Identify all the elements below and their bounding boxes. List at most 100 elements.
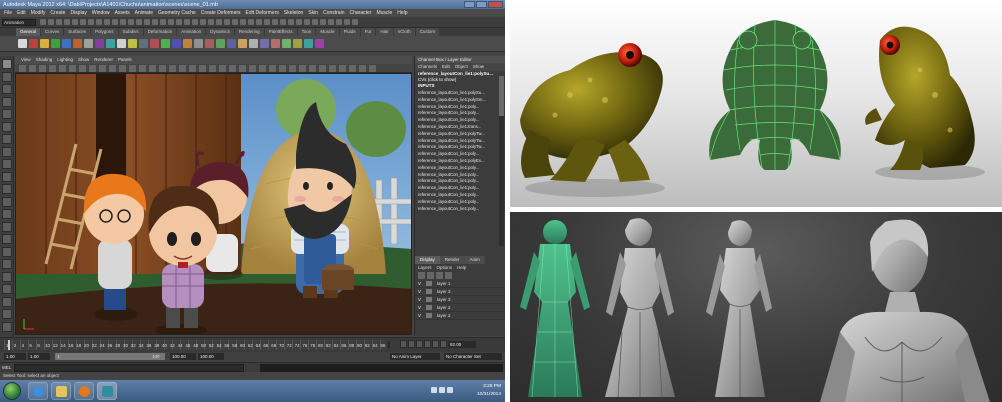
shelf-tool-icon[interactable]	[51, 39, 60, 48]
clock-time[interactable]: 3:26 PM	[483, 384, 501, 389]
menu-file[interactable]: File	[4, 10, 12, 16]
animation-end-field[interactable]: 100.00	[198, 353, 224, 360]
menu-muscle[interactable]: Muscle	[376, 10, 392, 16]
viewport-tool-icon[interactable]	[109, 65, 116, 72]
viewport-menu-shading[interactable]: Shading	[36, 56, 53, 64]
viewport-tool-icon[interactable]	[89, 65, 96, 72]
channel-box-input-item[interactable]: reference_layoutCon_lie1:poly...	[415, 104, 505, 111]
shelf-tool-icon[interactable]	[128, 39, 137, 48]
shelf-tool-icon[interactable]	[84, 39, 93, 48]
layer-row[interactable]: Vlayer 3	[415, 288, 505, 296]
scrollbar-thumb[interactable]	[499, 76, 504, 116]
layer-color-swatch[interactable]	[426, 313, 432, 318]
status-line-tool-icon[interactable]	[144, 19, 150, 25]
status-line-tool-icon[interactable]	[240, 19, 246, 25]
status-line-tool-icon[interactable]	[328, 19, 334, 25]
layer-row[interactable]: Vlayer 2	[415, 312, 505, 320]
menu-animate[interactable]: Animate	[135, 10, 153, 16]
time-slider[interactable]: 1 2 4 6 8 10 12 14 16 18 20 22 24 26 28 30 32 34 36 38 40 42 4…	[0, 337, 505, 352]
move-layer-up-icon[interactable]	[418, 272, 425, 279]
viewport-tool-icon[interactable]	[189, 65, 196, 72]
toolbox-tool-icon[interactable]	[2, 271, 12, 282]
toolbox-tool-icon[interactable]	[2, 284, 12, 294]
layer-row[interactable]: Vlayer 2	[415, 304, 505, 312]
network-icon[interactable]	[431, 387, 437, 393]
viewport-tool-icon[interactable]	[299, 65, 306, 72]
shelf-tool-icon[interactable]	[40, 39, 49, 48]
status-line-tool-icon[interactable]	[128, 19, 134, 25]
viewport-tool-icon[interactable]	[199, 65, 206, 72]
viewport-tool-icon[interactable]	[259, 65, 266, 72]
menu-edit[interactable]: Edit	[17, 10, 26, 16]
menu-create-deformers[interactable]: Create Deformers	[201, 10, 241, 16]
taskbar-app-ie[interactable]	[28, 382, 48, 400]
menu-set-dropdown[interactable]: Animation	[2, 19, 36, 26]
viewport-tool-icon[interactable]	[49, 65, 56, 72]
channel-box-input-item[interactable]: reference_layoutCon_lie1:poly...	[415, 178, 505, 185]
status-line-tool-icon[interactable]	[208, 19, 214, 25]
layer-visibility-toggle[interactable]: V	[418, 313, 424, 318]
shelf-tool-icon[interactable]	[183, 39, 192, 48]
status-line-tool-icon[interactable]	[352, 19, 358, 25]
new-layer-icon[interactable]	[436, 272, 443, 279]
status-line-tool-icon[interactable]	[176, 19, 182, 25]
channel-box-input-item[interactable]: reference_layoutCon_lie1:poly...	[415, 117, 505, 124]
status-line-tool-icon[interactable]	[88, 19, 94, 25]
status-line-tool-icon[interactable]	[64, 19, 70, 25]
shelf-tab-custom[interactable]: Custom	[415, 28, 440, 36]
step-back-icon[interactable]	[408, 340, 415, 348]
status-line-tool-icon[interactable]	[160, 19, 166, 25]
channel-box-input-item[interactable]: reference_layoutCon_lie1:poly...	[415, 192, 505, 199]
start-button[interactable]	[3, 382, 21, 400]
layer-visibility-toggle[interactable]: V	[418, 305, 424, 310]
viewport-tool-icon[interactable]	[169, 65, 176, 72]
shelf-tab-toon[interactable]: Toon	[297, 28, 316, 36]
layer-visibility-toggle[interactable]: V	[418, 297, 424, 302]
viewport-tool-icon[interactable]	[79, 65, 86, 72]
status-line-tool-icon[interactable]	[56, 19, 62, 25]
status-line-tool-icon[interactable]	[112, 19, 118, 25]
go-to-end-icon[interactable]	[440, 340, 447, 348]
shelf-tool-icon[interactable]	[205, 39, 214, 48]
layer-visibility-toggle[interactable]: V	[418, 281, 424, 286]
status-line-tool-icon[interactable]	[80, 19, 86, 25]
shelf-tool-icon[interactable]	[172, 39, 181, 48]
menu-skeleton[interactable]: Skeleton	[284, 10, 303, 16]
toolbox-tool-icon[interactable]	[2, 196, 12, 207]
shelf-tab-animation[interactable]: Animation	[177, 28, 206, 36]
shelf-tool-icon[interactable]	[260, 39, 269, 48]
shelf-tab-dynamics[interactable]: Dynamics	[206, 28, 234, 36]
viewport-tool-icon[interactable]	[239, 65, 246, 72]
status-line-tool-icon[interactable]	[136, 19, 142, 25]
status-line-tool-icon[interactable]	[192, 19, 198, 25]
status-line-tool-icon[interactable]	[48, 19, 54, 25]
toolbox-tool-icon[interactable]	[2, 209, 12, 219]
shelf-tool-icon[interactable]	[315, 39, 324, 48]
channel-box-input-item[interactable]: reference_layoutCon_lie1:polyTw...	[415, 131, 505, 138]
clock-date[interactable]: 10/31/2014	[477, 392, 501, 397]
channel-box-menu-object[interactable]: Object	[455, 63, 468, 71]
menu-geometry-cache[interactable]: Geometry Cache	[158, 10, 196, 16]
viewport-3d[interactable]	[15, 73, 412, 335]
status-line-tool-icon[interactable]	[200, 19, 206, 25]
viewport-tool-icon[interactable]	[69, 65, 76, 72]
status-line-tool-icon[interactable]	[224, 19, 230, 25]
viewport-menu-panels[interactable]: Panels	[118, 56, 132, 64]
toolbox-tool-icon[interactable]	[2, 221, 12, 232]
shelf-tab-fur[interactable]: Fur	[360, 28, 376, 36]
toolbox-tool-icon[interactable]	[2, 59, 12, 69]
toolbox-tool-icon[interactable]	[2, 296, 12, 307]
viewport-menu-lighting[interactable]: Lighting	[57, 56, 73, 64]
viewport-tool-icon[interactable]	[249, 65, 256, 72]
layer-color-swatch[interactable]	[426, 289, 432, 294]
shelf-tool-icon[interactable]	[139, 39, 148, 48]
shelf-tool-icon[interactable]	[73, 39, 82, 48]
new-layer-selected-icon[interactable]	[445, 272, 452, 279]
shelf-tool-icon[interactable]	[117, 39, 126, 48]
toolbox-tool-icon[interactable]	[2, 184, 12, 194]
viewport-tool-icon[interactable]	[39, 65, 46, 72]
shelf-tab-curves[interactable]: Curves	[41, 28, 64, 36]
shelf-tab-polygons[interactable]: Polygons	[91, 28, 118, 36]
shelf-tab-subdivs[interactable]: Subdivs	[118, 28, 143, 36]
toolbox-tool-icon[interactable]	[2, 121, 12, 132]
